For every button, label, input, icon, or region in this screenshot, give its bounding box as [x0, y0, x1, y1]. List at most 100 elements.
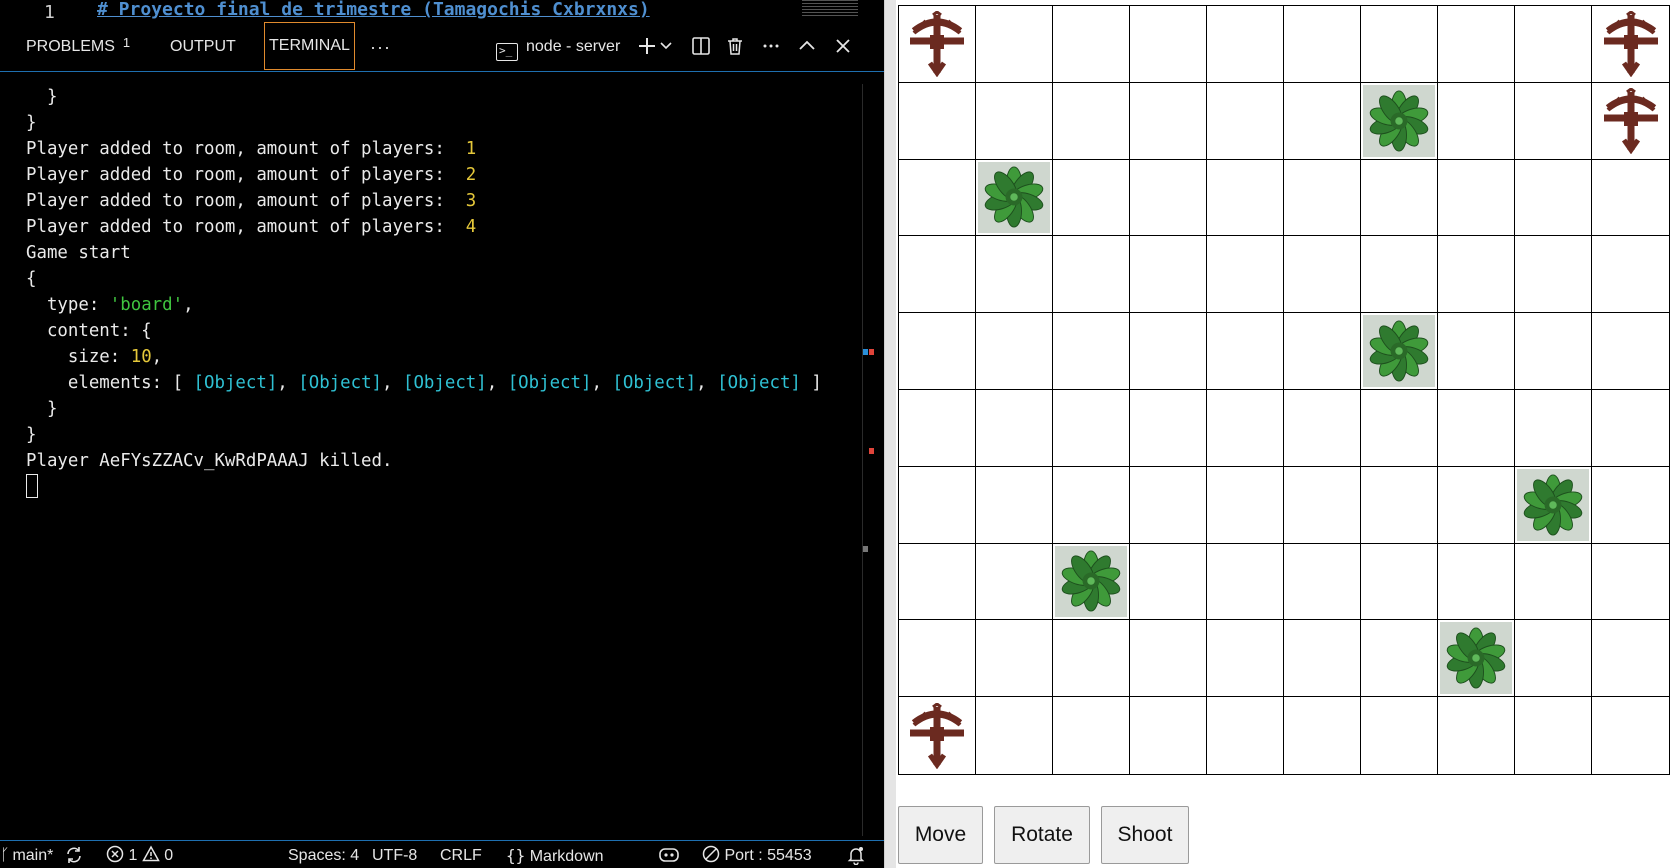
board-cell[interactable] — [899, 543, 976, 621]
board-cell[interactable] — [1438, 620, 1515, 698]
board-cell[interactable] — [1207, 82, 1284, 160]
board-cell[interactable] — [1130, 313, 1207, 390]
board-cell[interactable] — [1438, 390, 1515, 467]
board-cell[interactable] — [1438, 82, 1515, 160]
board-cell[interactable] — [1284, 620, 1361, 698]
board-cell[interactable] — [1592, 466, 1669, 544]
board-cell[interactable] — [1207, 697, 1284, 774]
split-divider[interactable] — [884, 0, 896, 868]
board-cell[interactable] — [1284, 697, 1361, 774]
terminal-selector[interactable]: >_ node - server — [496, 34, 620, 61]
language-mode[interactable]: {} Markdown — [506, 845, 604, 867]
board-cell[interactable] — [1207, 543, 1284, 621]
board-cell[interactable] — [1515, 82, 1592, 160]
board-cell[interactable] — [1515, 313, 1592, 390]
terminal-output[interactable]: }} Player added to room, amount of player… — [0, 84, 860, 836]
board-cell[interactable] — [1515, 543, 1592, 621]
board-cell[interactable] — [1361, 620, 1438, 698]
board-cell[interactable] — [1207, 236, 1284, 314]
board-cell[interactable] — [1515, 466, 1592, 544]
board-cell[interactable] — [976, 236, 1053, 314]
board-cell[interactable] — [1284, 6, 1361, 83]
minimap[interactable] — [802, 0, 858, 18]
board-cell[interactable] — [1438, 466, 1515, 544]
trash-icon[interactable] — [724, 36, 746, 58]
live-server-port[interactable]: Port : 55453 — [702, 845, 812, 867]
board-cell[interactable] — [1284, 82, 1361, 160]
board-cell[interactable] — [1053, 543, 1130, 621]
board-cell[interactable] — [1207, 6, 1284, 83]
board-cell[interactable] — [899, 390, 976, 467]
board-cell[interactable] — [976, 313, 1053, 390]
board-cell[interactable] — [976, 82, 1053, 160]
tab-terminal[interactable]: TERMINAL — [264, 22, 355, 70]
board-cell[interactable] — [1515, 620, 1592, 698]
board-cell[interactable] — [1130, 697, 1207, 774]
board-cell[interactable] — [1515, 236, 1592, 314]
board-cell[interactable] — [976, 159, 1053, 237]
move-button[interactable]: Move — [898, 806, 983, 864]
board-cell[interactable] — [976, 543, 1053, 621]
board-cell[interactable] — [1361, 466, 1438, 544]
board-cell[interactable] — [1361, 6, 1438, 83]
board-cell[interactable] — [899, 620, 976, 698]
board-cell[interactable] — [1130, 82, 1207, 160]
notifications-bell-icon[interactable] — [846, 845, 866, 867]
board-cell[interactable] — [976, 620, 1053, 698]
board-cell[interactable] — [1207, 466, 1284, 544]
board-cell[interactable] — [1515, 390, 1592, 467]
board-cell[interactable] — [1515, 159, 1592, 237]
board-cell[interactable] — [1361, 159, 1438, 237]
board-cell[interactable] — [976, 697, 1053, 774]
board-cell[interactable] — [1361, 82, 1438, 160]
board-cell[interactable] — [1592, 313, 1669, 390]
eol-setting[interactable]: CRLF — [440, 845, 482, 867]
board-cell[interactable] — [899, 236, 976, 314]
board-cell[interactable] — [1592, 82, 1669, 160]
board-cell[interactable] — [1592, 620, 1669, 698]
board-cell[interactable] — [1053, 159, 1130, 237]
board-cell[interactable] — [899, 82, 976, 160]
board-cell[interactable] — [1438, 697, 1515, 774]
board-cell[interactable] — [1361, 390, 1438, 467]
board-cell[interactable] — [1592, 236, 1669, 314]
board-cell[interactable] — [1130, 6, 1207, 83]
problems-summary[interactable]: 1 0 — [106, 845, 173, 867]
board-cell[interactable] — [1130, 466, 1207, 544]
board-cell[interactable] — [899, 697, 976, 774]
board-cell[interactable] — [1438, 236, 1515, 314]
shoot-button[interactable]: Shoot — [1101, 806, 1189, 864]
board-cell[interactable] — [1053, 6, 1130, 83]
terminal-prompt-line[interactable] — [26, 474, 860, 500]
maximize-panel-icon[interactable] — [796, 36, 818, 58]
board-cell[interactable] — [1053, 390, 1130, 467]
board-cell[interactable] — [1207, 390, 1284, 467]
more-actions-icon[interactable] — [760, 36, 782, 58]
sync-icon[interactable] — [64, 845, 84, 867]
board-cell[interactable] — [1207, 313, 1284, 390]
board-cell[interactable] — [1284, 159, 1361, 237]
board-cell[interactable] — [1592, 543, 1669, 621]
new-terminal-icon[interactable] — [636, 36, 658, 58]
board-cell[interactable] — [1592, 159, 1669, 237]
board-cell[interactable] — [899, 466, 976, 544]
split-terminal-icon[interactable] — [690, 36, 712, 58]
board-cell[interactable] — [1053, 82, 1130, 160]
board-cell[interactable] — [1284, 313, 1361, 390]
board-cell[interactable] — [1361, 313, 1438, 390]
board-cell[interactable] — [1361, 697, 1438, 774]
board-cell[interactable] — [1130, 159, 1207, 237]
rotate-button[interactable]: Rotate — [994, 806, 1090, 864]
board-cell[interactable] — [976, 6, 1053, 83]
board-cell[interactable] — [1053, 697, 1130, 774]
board-cell[interactable] — [1438, 543, 1515, 621]
board-cell[interactable] — [1130, 390, 1207, 467]
board-cell[interactable] — [1284, 543, 1361, 621]
board-cell[interactable] — [1438, 313, 1515, 390]
close-panel-icon[interactable] — [832, 36, 854, 58]
tab-output[interactable]: OUTPUT — [170, 22, 236, 72]
board-cell[interactable] — [1130, 543, 1207, 621]
board-cell[interactable] — [976, 466, 1053, 544]
board-cell[interactable] — [1207, 159, 1284, 237]
editor-line-text[interactable]: # Proyecto final de trimestre (Tamagochi… — [97, 0, 650, 20]
